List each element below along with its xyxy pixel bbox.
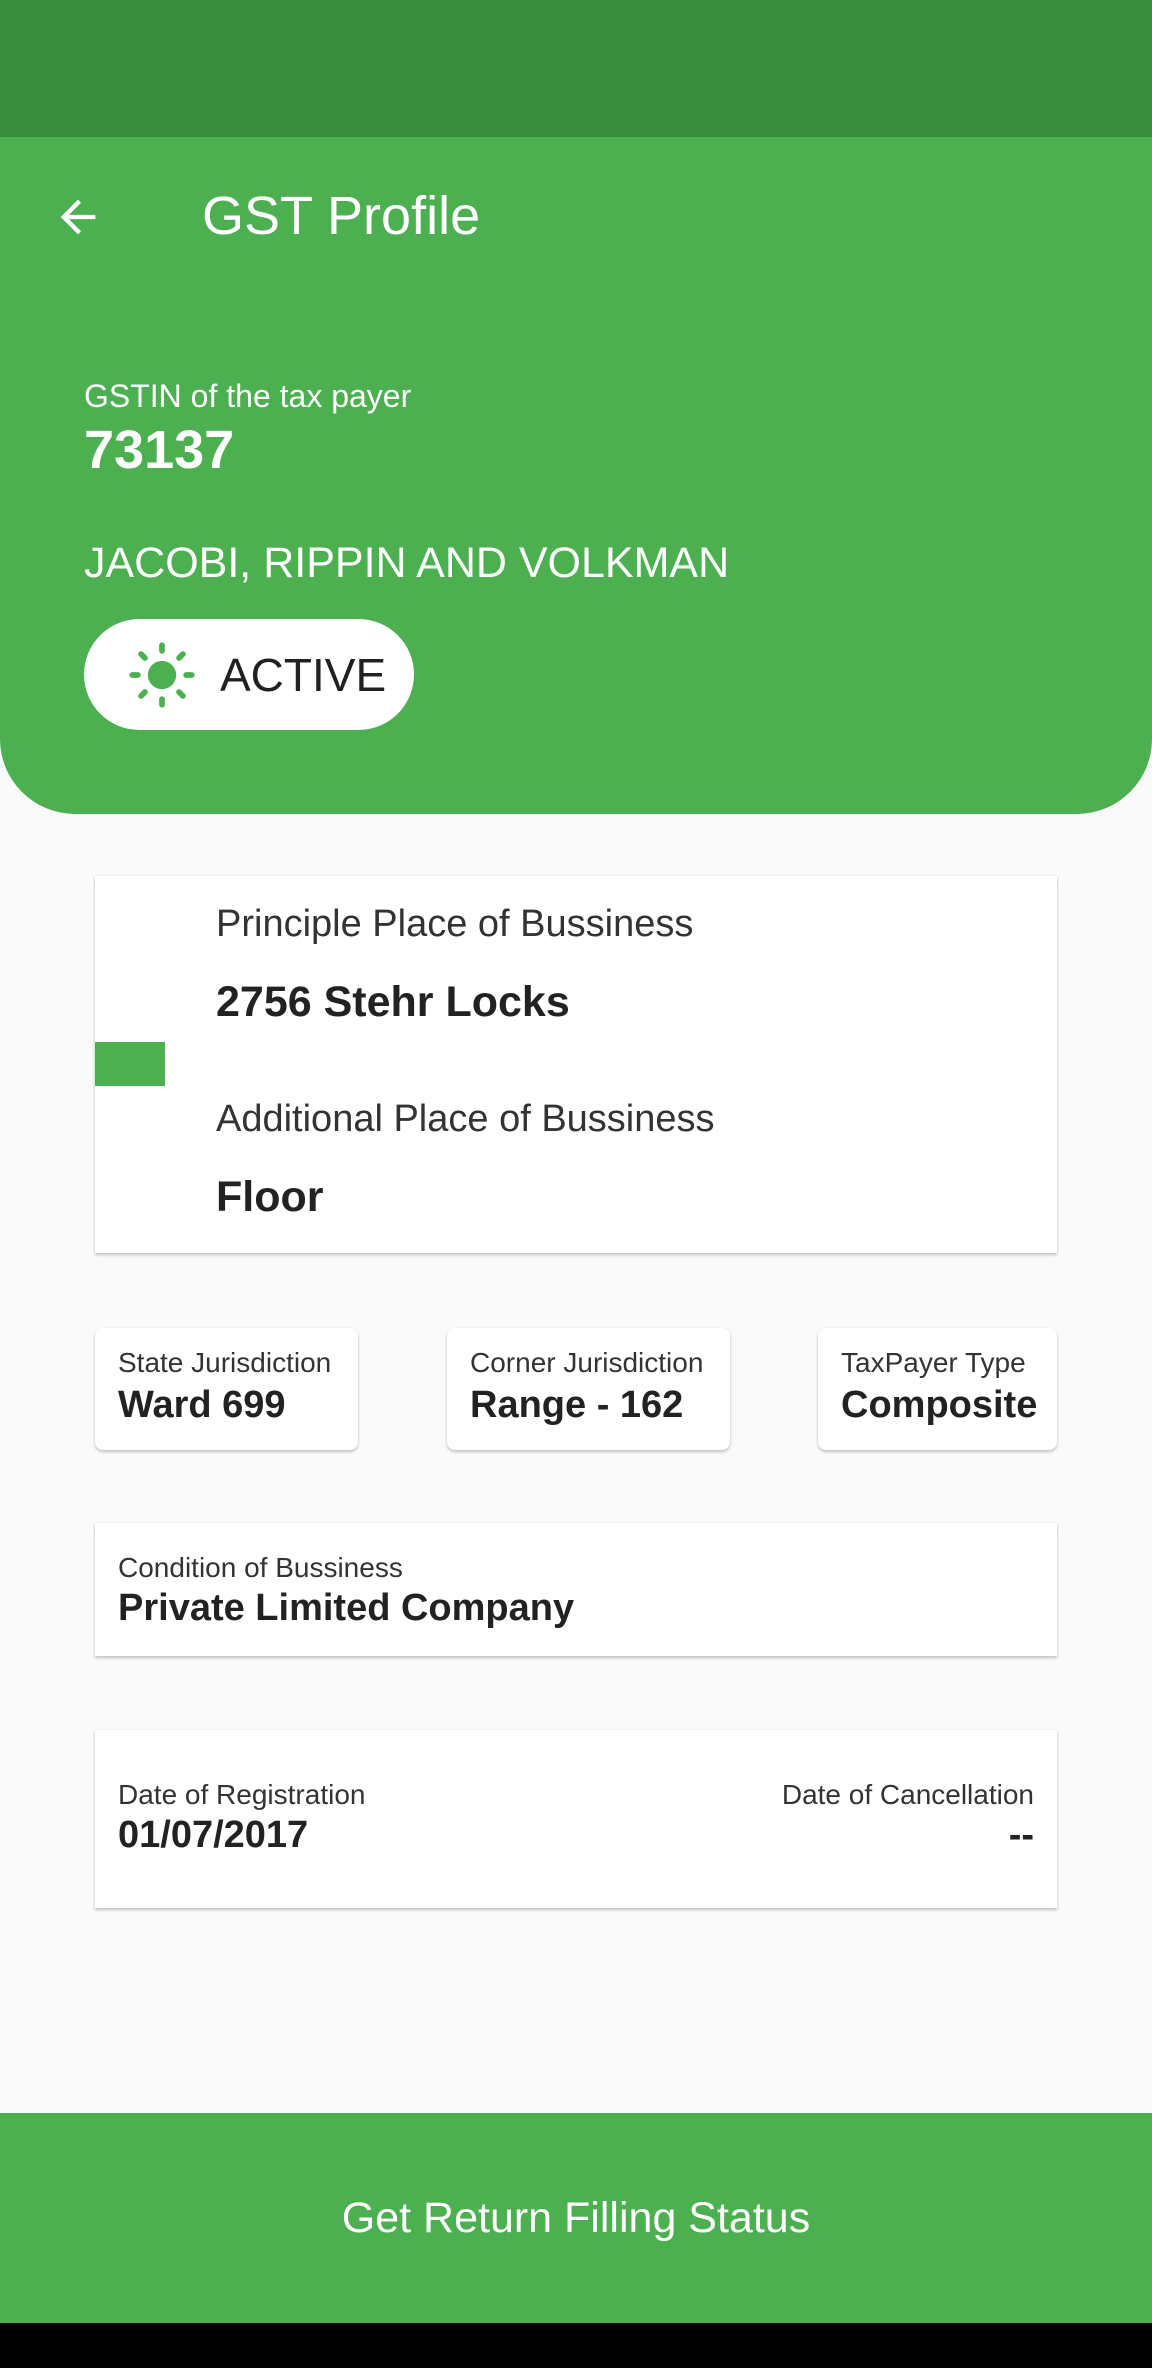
condition-card: Condition of Bussiness Private Limited C…	[95, 1523, 1057, 1656]
condition-value: Private Limited Company	[118, 1587, 575, 1629]
corner-jurisdiction-value: Range - 162	[470, 1384, 684, 1426]
page-title: GST Profile	[202, 186, 481, 246]
back-button[interactable]	[36, 175, 120, 259]
gstin-value: 73137	[84, 420, 235, 480]
gst-profile-screen: GST Profile GSTIN of the tax payer 73137…	[0, 0, 1152, 2368]
state-jurisdiction-label: State Jurisdiction	[118, 1347, 332, 1378]
sun-icon	[129, 641, 195, 708]
get-return-status-label: Get Return Filling Status	[341, 2194, 811, 2242]
cancellation-date-label: Date of Cancellation	[781, 1779, 1034, 1810]
arrow-left-icon	[60, 199, 96, 235]
taxpayer-type-value: Composite	[841, 1384, 1038, 1426]
additional-place-label: Additional Place of Bussiness	[216, 1098, 715, 1140]
state-jurisdiction-card: State Jurisdiction Ward 699	[95, 1328, 358, 1450]
taxpayer-type-card: TaxPayer Type Composite	[818, 1328, 1057, 1450]
registration-date-label: Date of Registration	[118, 1779, 366, 1810]
state-jurisdiction-value: Ward 699	[118, 1384, 286, 1426]
registration-date-value: 01/07/2017	[118, 1814, 309, 1856]
navigation-bar	[0, 2323, 1152, 2368]
corner-jurisdiction-card: Corner Jurisdiction Range - 162	[447, 1328, 730, 1450]
status-badge: ACTIVE	[84, 619, 414, 730]
additional-place-value: Floor	[216, 1173, 324, 1221]
business-name: JACOBI, RIPPIN AND VOLKMAN	[84, 539, 730, 587]
dates-card: Date of Registration 01/07/2017 Date of …	[95, 1730, 1057, 1908]
gstin-label: GSTIN of the tax payer	[84, 378, 412, 414]
principal-place-label: Principle Place of Bussiness	[216, 903, 694, 945]
condition-label: Condition of Bussiness	[118, 1552, 403, 1583]
cancellation-date-value: --	[1008, 1814, 1034, 1856]
address-card: Principle Place of Bussiness 2756 Stehr …	[95, 876, 1057, 1253]
status-bar	[0, 0, 1152, 137]
status-label: ACTIVE	[220, 648, 387, 701]
principal-place-value: 2756 Stehr Locks	[216, 978, 570, 1026]
get-return-status-button[interactable]: Get Return Filling Status	[0, 2113, 1152, 2323]
accent-bar	[95, 1042, 165, 1086]
taxpayer-type-label: TaxPayer Type	[841, 1347, 1026, 1378]
corner-jurisdiction-label: Corner Jurisdiction	[470, 1347, 704, 1378]
